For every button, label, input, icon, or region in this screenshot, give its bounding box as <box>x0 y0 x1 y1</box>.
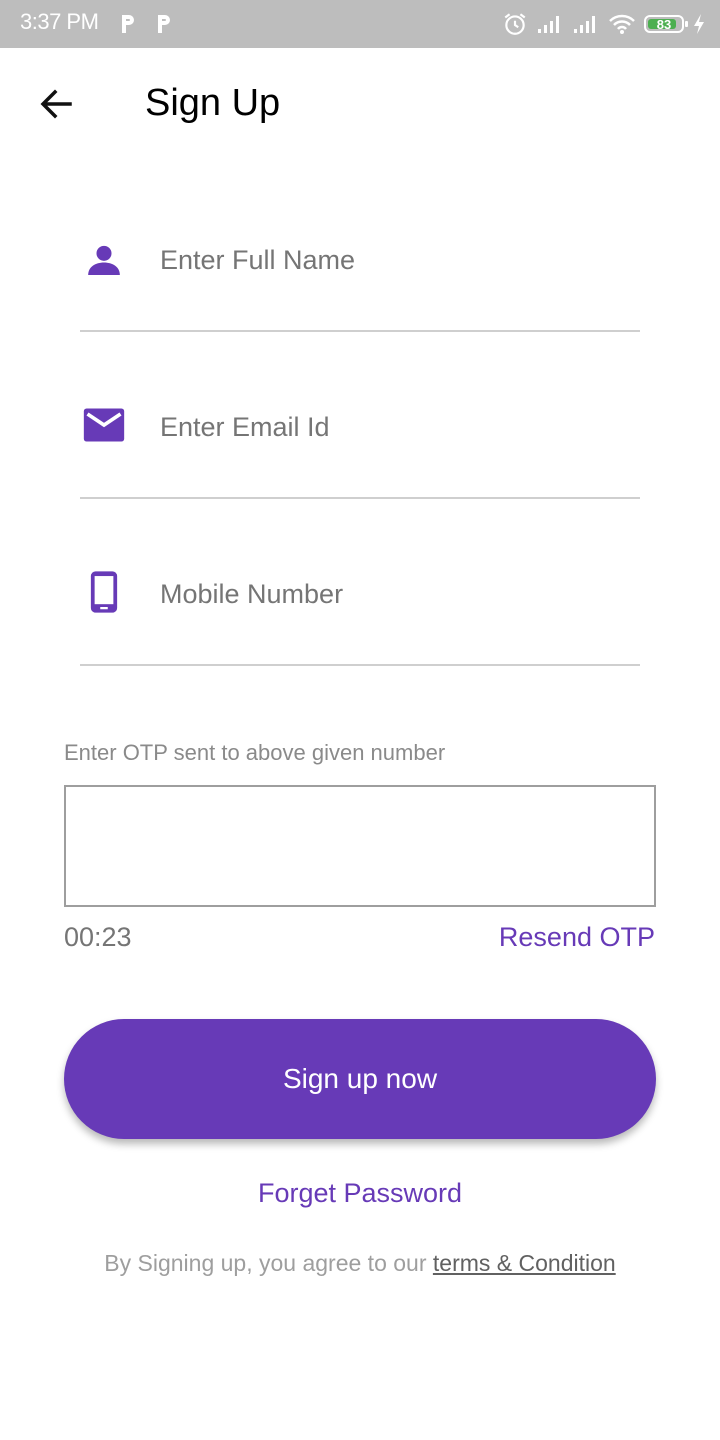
status-time: 3:37 PM <box>20 9 99 34</box>
otp-timer: 00:23 <box>64 922 132 952</box>
otp-label: Enter OTP sent to above given number <box>64 740 446 765</box>
mobile-input[interactable] <box>160 564 640 624</box>
terms-link[interactable]: terms & Condition <box>433 1250 616 1276</box>
battery-icon: 83 <box>644 15 688 33</box>
parking-icon <box>158 15 170 33</box>
wifi-icon <box>609 14 635 34</box>
status-icons: 83 <box>502 10 706 38</box>
otp-input[interactable] <box>64 785 656 907</box>
email-field <box>80 397 640 499</box>
email-input[interactable] <box>160 397 640 457</box>
signal-icon <box>574 16 595 33</box>
parking-icon <box>122 15 134 33</box>
full-name-field <box>80 230 640 332</box>
mail-icon <box>80 401 128 449</box>
terms-text: By Signing up, you agree to our terms & … <box>0 1250 720 1277</box>
battery-level: 83 <box>656 16 672 32</box>
resend-otp-link[interactable]: Resend OTP <box>499 922 655 953</box>
phone-icon <box>80 568 128 616</box>
sign-up-button[interactable]: Sign up now <box>64 1019 656 1139</box>
back-arrow-icon[interactable] <box>36 84 76 124</box>
signal-icon <box>538 16 559 33</box>
page-title: Sign Up <box>145 82 281 124</box>
alarm-icon <box>504 13 526 35</box>
charging-icon <box>694 14 704 34</box>
forget-password-link[interactable]: Forget Password <box>0 1178 720 1209</box>
mobile-field <box>80 564 640 666</box>
person-icon <box>80 236 128 284</box>
status-bar: 3:37 PM 83 <box>0 0 720 48</box>
full-name-input[interactable] <box>160 230 640 290</box>
terms-prefix: By Signing up, you agree to our <box>104 1250 427 1276</box>
